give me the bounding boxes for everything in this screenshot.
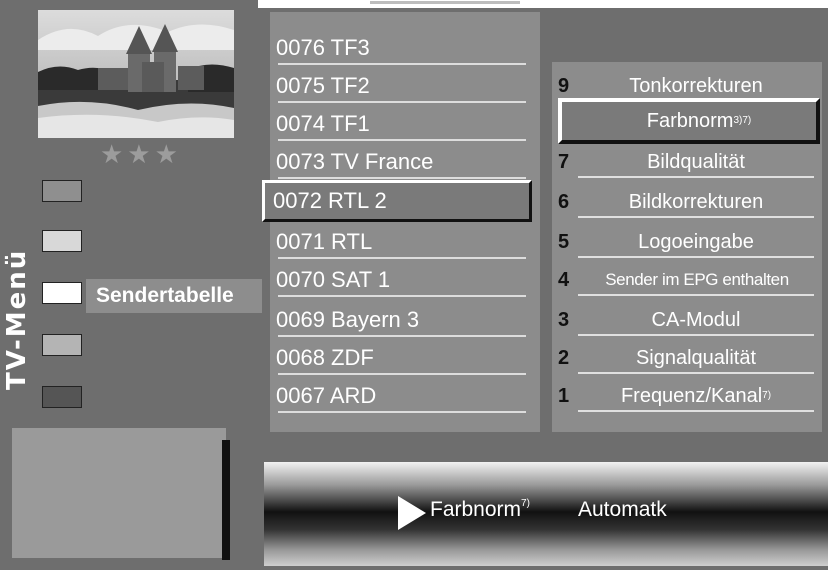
setting-number: 3 — [558, 309, 570, 331]
setting-sender-im-epg[interactable]: 4 Sender im EPG enthalten — [552, 262, 820, 298]
submenu-swatch-2[interactable] — [42, 230, 82, 252]
setting-label: Tonkorrekturen — [629, 75, 763, 97]
channel-label: 0067 ARD — [276, 383, 377, 408]
setting-bildkorrekturen[interactable]: 6 Bildkorrekturen — [552, 184, 820, 220]
setting-farbnorm: Farbnorm3)7) — [562, 102, 816, 140]
row-divider — [278, 257, 526, 259]
setting-number: 5 — [558, 231, 570, 253]
channel-label: 0074 TF1 — [276, 111, 370, 136]
setting-label: Logoeingabe — [638, 231, 754, 253]
setting-label: Farbnorm — [646, 110, 734, 132]
top-strip — [370, 1, 520, 4]
channel-row[interactable]: 0076 TF3 — [270, 30, 532, 66]
info-panel-left — [12, 428, 226, 558]
setting-label: Frequenz/Kanal — [620, 385, 763, 407]
submenu-swatch-1[interactable] — [42, 180, 82, 202]
setting-label: Bildqualität — [647, 151, 745, 173]
channel-row[interactable]: 0074 TF1 — [270, 106, 532, 142]
channel-label: 0071 RTL — [276, 229, 373, 254]
setting-number: 2 — [558, 347, 570, 369]
top-bar — [258, 0, 828, 8]
setting-signalqualitaet[interactable]: 2 Signalqualität — [552, 340, 820, 376]
channel-row[interactable]: 0075 TF2 — [270, 68, 532, 104]
row-divider — [578, 256, 814, 258]
row-divider — [278, 373, 526, 375]
setting-frequenz-kanal[interactable]: 1 Frequenz/Kanal7) — [552, 378, 820, 414]
channel-preview-image — [38, 10, 234, 138]
active-submenu-label[interactable]: Sendertabelle — [86, 279, 262, 313]
row-divider — [578, 334, 814, 336]
row-divider — [278, 411, 526, 413]
row-divider — [278, 139, 526, 141]
setting-footnote: 3)7) — [733, 115, 752, 126]
setting-farbnorm-selected[interactable]: Farbnorm3)7) — [558, 98, 820, 144]
channel-label: 0073 TV France — [276, 149, 434, 174]
channel-row-selected[interactable]: 0072 RTL 2 — [262, 180, 532, 222]
channel-row[interactable]: 0073 TV France — [270, 144, 532, 180]
row-divider — [578, 410, 814, 412]
row-divider — [278, 177, 526, 179]
setting-number: 6 — [558, 191, 570, 213]
value-bar-label-text: Farbnorm — [430, 498, 522, 521]
row-divider — [278, 101, 526, 103]
setting-label: CA-Modul — [651, 309, 741, 331]
menu-title: TV-Menü — [2, 248, 32, 390]
value-bar: Farbnorm7) Automatk — [264, 462, 828, 566]
setting-ca-modul[interactable]: 3 CA-Modul — [552, 302, 820, 338]
submenu-swatch-active[interactable] — [42, 282, 82, 304]
channel-label: 0075 TF2 — [276, 73, 370, 98]
channel-row[interactable]: 0070 SAT 1 — [270, 262, 532, 298]
row-divider — [578, 216, 814, 218]
play-arrow-icon[interactable] — [398, 496, 426, 530]
setting-label: Signalqualität — [635, 347, 757, 369]
channel-list: 0076 TF3 0075 TF2 0074 TF1 0073 TV Franc… — [270, 12, 540, 432]
channel-row[interactable]: 0067 ARD — [270, 378, 532, 414]
rating-stars: ★★★ — [100, 140, 182, 170]
channel-label: 0068 ZDF — [276, 345, 374, 370]
channel-row[interactable]: 0069 Bayern 3 — [270, 302, 532, 338]
channel-label-wrap: 0072 RTL 2 — [265, 183, 527, 219]
setting-label: Sender im EPG enthalten — [605, 270, 789, 289]
row-divider — [278, 335, 526, 337]
row-divider — [278, 63, 526, 65]
setting-number: 1 — [558, 385, 570, 407]
info-panel-shadow — [222, 440, 230, 560]
channel-label: 0070 SAT 1 — [276, 267, 391, 292]
setting-label: Bildkorrekturen — [628, 191, 764, 213]
row-divider — [578, 372, 814, 374]
submenu-swatch-4[interactable] — [42, 334, 82, 356]
value-bar-label: Farbnorm7) — [430, 498, 530, 522]
value-bar-value[interactable]: Automatk — [578, 498, 667, 522]
channel-row[interactable]: 0068 ZDF — [270, 340, 532, 376]
row-divider — [578, 176, 814, 178]
setting-footnote: 7) — [762, 390, 772, 401]
setting-number: 7 — [558, 151, 570, 173]
setting-logoeingabe[interactable]: 5 Logoeingabe — [552, 224, 820, 260]
channel-label: 0069 Bayern 3 — [276, 307, 420, 332]
row-divider — [278, 295, 526, 297]
row-divider — [578, 294, 814, 296]
submenu-swatch-5[interactable] — [42, 386, 82, 408]
channel-label: 0072 RTL 2 — [273, 188, 387, 213]
channel-label: 0076 TF3 — [276, 35, 370, 60]
value-bar-footnote: 7) — [521, 498, 530, 509]
setting-bildqualitaet[interactable]: 7 Bildqualität — [552, 144, 820, 180]
tv-screen: ★★★ TV-Menü Sendertabelle 0076 TF3 0075 … — [0, 0, 828, 570]
channel-row[interactable]: 0071 RTL — [270, 224, 532, 260]
